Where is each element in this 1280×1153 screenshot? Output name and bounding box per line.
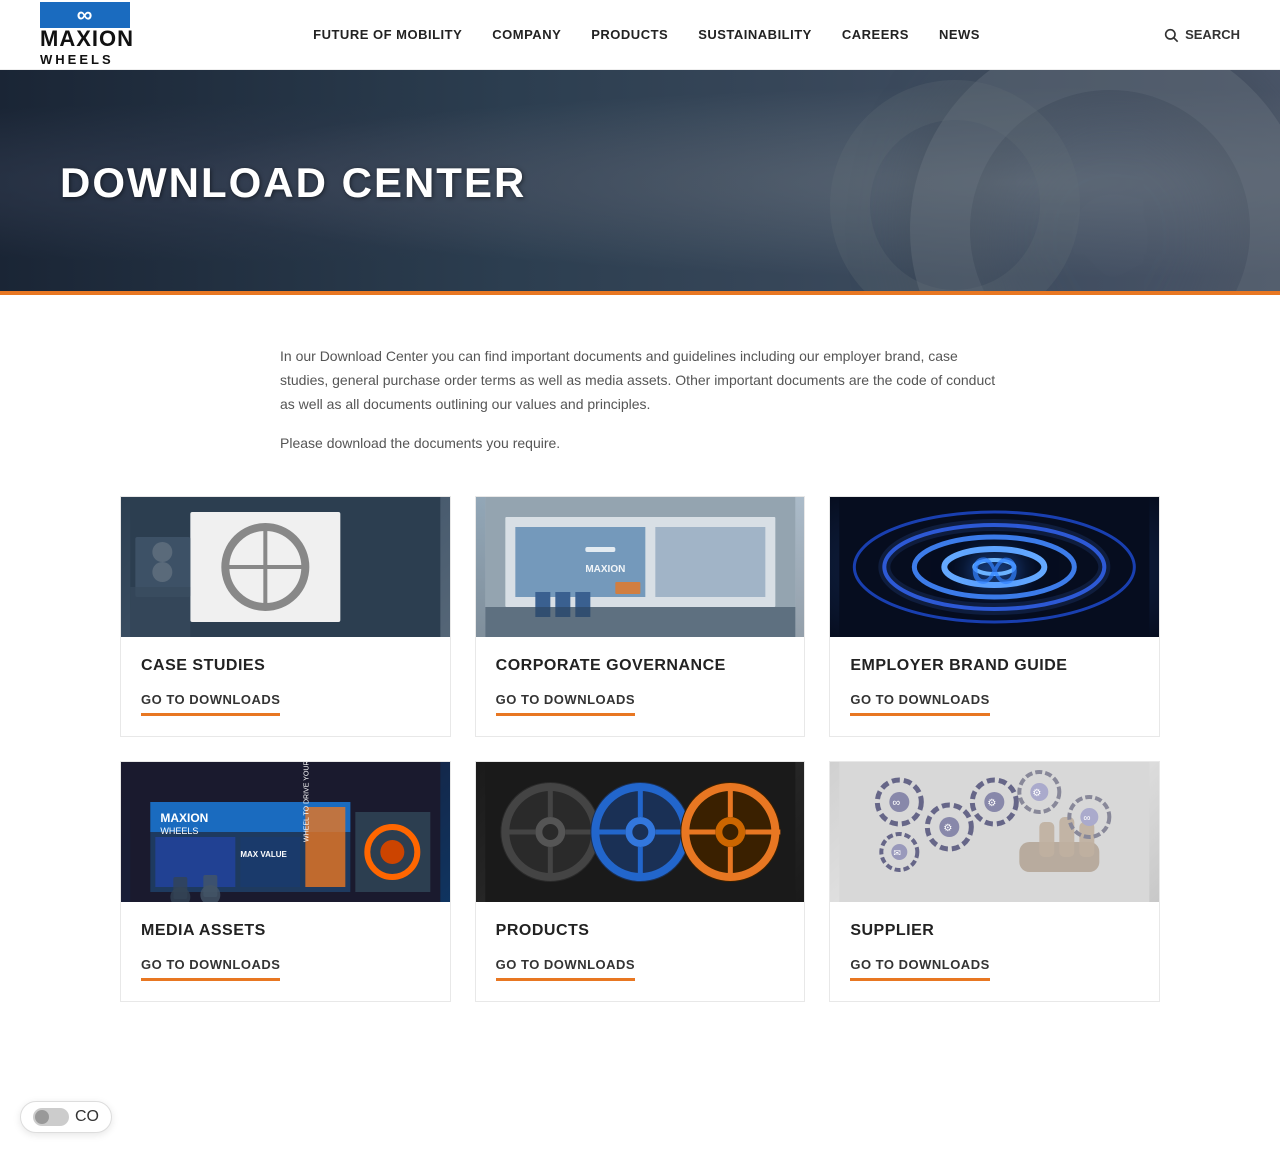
card-title-supplier: SUPPLIER — [850, 922, 1139, 940]
logo-box: ∞ MAXION WHEELS — [40, 7, 130, 62]
svg-text:MAXION: MAXION — [585, 564, 625, 575]
svg-text:✉: ✉ — [894, 848, 902, 858]
corporate-illustration: MAXION — [476, 497, 805, 637]
nav-sustainability[interactable]: SUSTAINABILITY — [698, 23, 812, 46]
card-title-media: MEDIA ASSETS — [141, 922, 430, 940]
svg-text:MAX VALUE: MAX VALUE — [240, 850, 287, 859]
nav-future-of-mobility[interactable]: FUTURE OF MOBILITY — [313, 23, 462, 46]
page-title: DOWNLOAD CENTER — [0, 159, 526, 207]
svg-text:∞: ∞ — [893, 797, 901, 809]
card-products[interactable]: PRODUCTS GO TO DOWNLOADS — [475, 761, 806, 1002]
card-image-supplier: ∞ ⚙ ⚙ ✉ ⚙ ∞ — [830, 762, 1159, 902]
intro-section: In our Download Center you can find impo… — [260, 345, 1020, 456]
infinity-icon: ∞ — [77, 2, 94, 28]
card-content-media: MEDIA ASSETS GO TO DOWNLOADS — [121, 902, 450, 1001]
header: ∞ MAXION WHEELS FUTURE OF MOBILITY COMPA… — [0, 0, 1280, 70]
card-link-products[interactable]: GO TO DOWNLOADS — [496, 957, 635, 981]
nav-careers[interactable]: CAREERS — [842, 23, 909, 46]
nav-products[interactable]: PRODUCTS — [591, 23, 668, 46]
cards-grid: CASE STUDIES GO TO DOWNLOADS MAXI — [120, 496, 1160, 1002]
employer-illustration — [830, 497, 1159, 637]
media-illustration: MAXION WHEELS WHEEL TO DRIVE YOUR BUSINE… — [121, 762, 450, 902]
card-title-corporate: CORPORATE GOVERNANCE — [496, 657, 785, 675]
nav-news[interactable]: NEWS — [939, 23, 980, 46]
svg-text:WHEEL TO DRIVE YOUR BUSINESS: WHEEL TO DRIVE YOUR BUSINESS — [303, 762, 310, 842]
hero-section: DOWNLOAD CENTER — [0, 70, 1280, 295]
search-label: SEARCH — [1185, 27, 1240, 42]
logo-name: MAXION — [40, 28, 134, 50]
svg-text:⚙: ⚙ — [1033, 788, 1042, 799]
cookie-toggle-track — [33, 1108, 69, 1126]
card-content-employer: EMPLOYER BRAND GUIDE GO TO DOWNLOADS — [830, 637, 1159, 736]
case-studies-illustration — [121, 497, 450, 637]
products-illustration — [476, 762, 805, 902]
svg-text:∞: ∞ — [1084, 813, 1091, 824]
svg-text:MAXION: MAXION — [160, 811, 208, 825]
cookie-toggle-label: CO — [75, 1108, 99, 1126]
card-link-employer[interactable]: GO TO DOWNLOADS — [850, 692, 989, 716]
card-image-case-studies — [121, 497, 450, 637]
hero-accent-bar — [0, 291, 1280, 295]
search-icon — [1163, 27, 1179, 43]
card-media-assets[interactable]: MAXION WHEELS WHEEL TO DRIVE YOUR BUSINE… — [120, 761, 451, 1002]
logo[interactable]: ∞ MAXION WHEELS — [40, 7, 130, 62]
card-content-case-studies: CASE STUDIES GO TO DOWNLOADS — [121, 637, 450, 736]
card-employer-brand[interactable]: EMPLOYER BRAND GUIDE GO TO DOWNLOADS — [829, 496, 1160, 737]
card-title-case-studies: CASE STUDIES — [141, 657, 430, 675]
card-content-corporate: CORPORATE GOVERNANCE GO TO DOWNLOADS — [476, 637, 805, 736]
card-image-corporate: MAXION — [476, 497, 805, 637]
card-supplier[interactable]: ∞ ⚙ ⚙ ✉ ⚙ ∞ — [829, 761, 1160, 1002]
card-content-supplier: SUPPLIER GO TO DOWNLOADS — [830, 902, 1159, 1001]
intro-paragraph-1: In our Download Center you can find impo… — [280, 345, 1000, 416]
cookie-toggle-knob — [35, 1110, 49, 1124]
card-title-employer: EMPLOYER BRAND GUIDE — [850, 657, 1139, 675]
card-link-media[interactable]: GO TO DOWNLOADS — [141, 957, 280, 981]
card-link-supplier[interactable]: GO TO DOWNLOADS — [850, 957, 989, 981]
card-case-studies[interactable]: CASE STUDIES GO TO DOWNLOADS — [120, 496, 451, 737]
card-image-employer — [830, 497, 1159, 637]
card-title-products: PRODUCTS — [496, 922, 785, 940]
svg-text:⚙: ⚙ — [988, 798, 997, 809]
card-link-corporate[interactable]: GO TO DOWNLOADS — [496, 692, 635, 716]
logo-infinity: ∞ — [40, 2, 130, 28]
card-image-media: MAXION WHEELS WHEEL TO DRIVE YOUR BUSINE… — [121, 762, 450, 902]
search-button[interactable]: SEARCH — [1163, 27, 1240, 43]
svg-text:WHEELS: WHEELS — [160, 826, 198, 836]
main-nav: FUTURE OF MOBILITY COMPANY PRODUCTS SUST… — [313, 23, 980, 46]
svg-text:⚙: ⚙ — [944, 823, 953, 834]
card-image-products — [476, 762, 805, 902]
card-content-products: PRODUCTS GO TO DOWNLOADS — [476, 902, 805, 1001]
cards-section: CASE STUDIES GO TO DOWNLOADS MAXI — [100, 496, 1180, 1002]
logo-subtitle: WHEELS — [40, 52, 134, 67]
intro-paragraph-2: Please download the documents you requir… — [280, 432, 1000, 456]
nav-company[interactable]: COMPANY — [492, 23, 561, 46]
supplier-illustration: ∞ ⚙ ⚙ ✉ ⚙ ∞ — [830, 762, 1159, 902]
cookie-toggle[interactable]: CO — [20, 1101, 112, 1133]
card-corporate-governance[interactable]: MAXION CORPORATE GOVERNANCE GO TO DOWNLO… — [475, 496, 806, 737]
card-link-case-studies[interactable]: GO TO DOWNLOADS — [141, 692, 280, 716]
